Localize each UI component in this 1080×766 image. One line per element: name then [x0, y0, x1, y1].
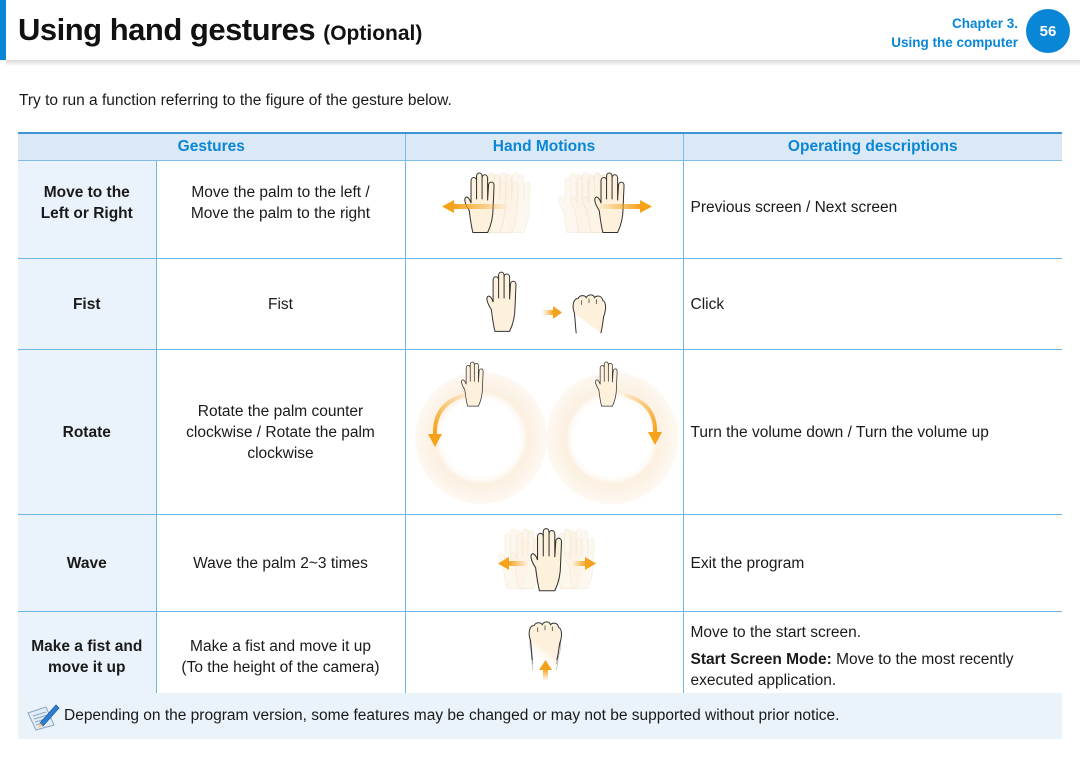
column-header-operating-descriptions: Operating descriptions — [682, 132, 1063, 161]
gesture-description-line: Fist — [268, 295, 293, 313]
gesture-name-line: Rotate — [62, 423, 111, 441]
chapter-label: Chapter 3. — [951, 16, 1018, 31]
operating-description: Exit the program — [682, 514, 1063, 612]
column-header-gestures: Gestures — [18, 132, 406, 161]
operating-description: Move to the start screen. Start Screen M… — [682, 611, 1063, 702]
hand-motion-figure — [404, 160, 684, 259]
page-title: Using hand gestures (Optional) — [18, 12, 422, 48]
gesture-description: Make a fist and move it up (To the heigh… — [155, 611, 406, 702]
column-header-hand-motions: Hand Motions — [404, 132, 684, 161]
gesture-description-line: Move the palm to the left / — [191, 183, 370, 201]
palm-rotate-icon — [414, 361, 678, 504]
page-number-badge: 56 — [1026, 9, 1070, 53]
gesture-description-line: Make a fist and move it up — [190, 637, 371, 655]
gesture-description: Fist — [155, 258, 406, 350]
table-row: Wave Wave the palm 2~3 times Exit the pr… — [18, 514, 1063, 612]
gesture-name: Move to the Left or Right — [18, 160, 157, 259]
gesture-name-line: Left or Right — [40, 204, 133, 222]
header-divider — [6, 60, 1080, 66]
memo-pencil-icon — [27, 704, 60, 731]
operating-description-text: Turn the volume down / Turn the volume u… — [690, 423, 989, 441]
gesture-description: Rotate the palm counter clockwise / Rota… — [155, 349, 406, 515]
start-screen-mode-label: Start Screen Mode: — [690, 651, 832, 668]
gesture-description-line: clockwise / Rotate the palm — [186, 423, 375, 441]
gesture-description-line: Wave the palm 2~3 times — [193, 554, 368, 572]
hand-motion-figure — [404, 514, 684, 612]
operating-description: Previous screen / Next screen — [682, 160, 1063, 259]
operating-description-text: Previous screen / Next screen — [690, 199, 898, 216]
start-screen-mode-text: Move to the most recently — [831, 651, 1014, 668]
table-row: Move to the Left or Right Move the palm … — [18, 160, 1063, 259]
gesture-name-line: Wave — [66, 554, 107, 572]
palm-to-fist-icon — [485, 271, 606, 334]
chapter-title: Using the computer — [891, 35, 1018, 50]
gesture-name-line: Move to the — [43, 183, 130, 201]
gestures-table: Gestures Hand Motions Operating descript… — [18, 132, 1063, 702]
gesture-description-line: clockwise — [247, 444, 314, 462]
gesture-name: Wave — [18, 514, 157, 612]
palm-wave-icon — [497, 528, 596, 592]
note-box: Depending on the program version, some f… — [18, 693, 1062, 739]
gesture-name: Rotate — [18, 349, 157, 515]
gesture-name: Fist — [18, 258, 157, 350]
gesture-description: Wave the palm 2~3 times — [155, 514, 406, 612]
table-row: Rotate Rotate the palm counter clockwise… — [18, 349, 1063, 515]
table-row: Make a fist and move it up Make a fist a… — [18, 611, 1063, 702]
gesture-name: Make a fist and move it up — [18, 611, 157, 702]
hand-motion-figure — [404, 611, 684, 702]
gesture-description-line: Move the palm to the right — [190, 204, 371, 222]
operating-description-text: executed application. — [690, 672, 837, 689]
hand-motion-figure — [404, 349, 684, 515]
gesture-description-line: (To the height of the camera) — [181, 658, 380, 676]
gesture-name-line: Make a fist and — [31, 637, 143, 655]
title-accent-bar — [0, 0, 6, 60]
fist-move-up-icon — [528, 621, 562, 681]
hand-motion-figure — [404, 258, 684, 350]
chapter-heading: Chapter 3. Using the computer — [891, 14, 1018, 52]
operating-description: Turn the volume down / Turn the volume u… — [682, 349, 1063, 515]
table-row: Fist Fist Click — [18, 258, 1063, 350]
gesture-description: Move the palm to the left / Move the pal… — [155, 160, 406, 259]
page-title-main: Using hand gestures — [18, 12, 316, 47]
palm-move-left-right-icon — [441, 172, 652, 234]
operating-description: Click — [682, 258, 1063, 350]
operating-description-text: Click — [690, 295, 725, 313]
operating-description-text: Move to the start screen. — [690, 624, 862, 641]
gesture-description-line: Rotate the palm counter — [197, 402, 364, 420]
page-title-suffix: (Optional) — [323, 22, 423, 45]
gesture-name-line: move it up — [47, 658, 126, 676]
gesture-name-line: Fist — [72, 295, 101, 313]
table-header-row: Gestures Hand Motions Operating descript… — [18, 132, 1063, 161]
operating-description-text: Start Screen Mode: Move to the most rece… — [691, 649, 1063, 670]
intro-text: Try to run a function referring to the f… — [19, 92, 452, 109]
operating-description-text: Exit the program — [690, 554, 805, 572]
note-text: Depending on the program version, some f… — [64, 707, 840, 724]
